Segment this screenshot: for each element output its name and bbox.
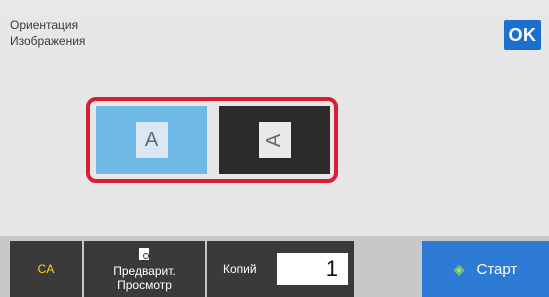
landscape-glyph: A (263, 133, 285, 147)
portrait-glyph-box: A (135, 122, 168, 158)
orientation-portrait-button[interactable]: A (96, 106, 207, 174)
screen: Ориентация Изображения OK A A CA Предвар… (0, 0, 549, 297)
landscape-glyph-box: A (258, 122, 291, 158)
preview-label-line-1: Предварит. (113, 264, 176, 278)
title-line-2: Изображения (10, 34, 86, 48)
preview-button[interactable]: Предварит. Просмотр (84, 241, 205, 297)
copies-field[interactable]: 1 (277, 253, 348, 285)
copies-panel: Копий 1 (207, 241, 354, 297)
start-button[interactable]: ◈ Старт (422, 241, 549, 297)
preview-label-line-2: Просмотр (117, 278, 172, 292)
diamond-start-icon: ◈ (453, 260, 465, 277)
title-line-1: Ориентация (10, 18, 79, 32)
ok-button[interactable]: OK (504, 20, 541, 50)
ca-button[interactable]: CA (10, 241, 82, 297)
orientation-landscape-button[interactable]: A (219, 106, 330, 174)
magnifier-document-icon (138, 248, 152, 262)
page-title: Ориентация Изображения (10, 17, 85, 49)
copies-label: Копий (223, 262, 257, 276)
start-label: Старт (476, 260, 518, 278)
portrait-glyph: A (144, 128, 159, 151)
